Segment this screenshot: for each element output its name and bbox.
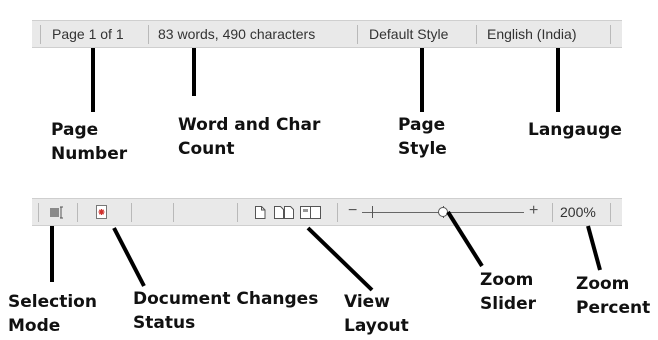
pointer-line <box>420 48 424 112</box>
zoom-percent-field[interactable]: 200% <box>560 204 596 220</box>
pointer-line <box>446 210 484 268</box>
label-language: Langauge <box>528 118 622 142</box>
word-count-field[interactable]: 83 words, 490 characters <box>158 26 315 42</box>
separator <box>173 203 174 222</box>
label-view-layout: View Layout <box>344 290 409 338</box>
label-line: Layout <box>344 316 409 336</box>
pointer-line <box>91 48 95 112</box>
label-page-number: Page Number <box>51 118 127 166</box>
label-line: Number <box>51 144 128 164</box>
separator <box>476 25 477 44</box>
label-line: View <box>344 292 390 312</box>
language-field[interactable]: English (India) <box>487 26 577 42</box>
label-line: Slider <box>480 294 536 314</box>
label-line: Style <box>398 139 447 159</box>
separator <box>552 203 553 222</box>
document-modified-icon[interactable] <box>96 205 108 220</box>
status-bar-bottom: − + 200% <box>32 198 622 226</box>
separator <box>357 25 358 44</box>
separator <box>237 203 238 222</box>
pointer-line <box>586 225 602 271</box>
pointer-line <box>192 48 196 96</box>
pointer-line <box>112 227 146 287</box>
label-line: Count <box>178 139 235 159</box>
label-line: Selection <box>8 292 97 312</box>
book-view-icon[interactable] <box>300 206 322 219</box>
page-number-field[interactable]: Page 1 of 1 <box>52 26 124 42</box>
label-word-count: Word and Char Count <box>178 113 320 161</box>
separator <box>77 203 78 222</box>
label-zoom-slider: Zoom Slider <box>480 268 536 316</box>
label-selection-mode: Selection Mode <box>8 290 97 338</box>
label-line: Mode <box>8 316 61 336</box>
label-line: Zoom <box>480 270 534 290</box>
label-line: Langauge <box>528 120 622 140</box>
zoom-slider-tick <box>372 206 373 218</box>
label-zoom-percent: Zoom Percent <box>576 272 650 320</box>
pointer-line <box>556 48 560 112</box>
separator <box>337 203 338 222</box>
pointer-line <box>50 226 54 282</box>
zoom-out-button[interactable]: − <box>348 202 357 220</box>
label-line: Page <box>51 120 99 140</box>
label-page-style: Page Style <box>398 113 447 161</box>
label-line: Word and Char <box>178 115 321 135</box>
pointer-line <box>306 226 374 292</box>
label-line: Zoom <box>576 274 630 294</box>
separator <box>148 25 149 44</box>
label-line: Status <box>133 313 196 333</box>
separator <box>610 203 611 222</box>
zoom-in-button[interactable]: + <box>529 202 538 220</box>
single-page-view-icon[interactable] <box>255 206 266 219</box>
separator <box>610 25 611 44</box>
separator <box>40 25 41 44</box>
separator <box>38 203 39 222</box>
separator <box>131 203 132 222</box>
page-style-field[interactable]: Default Style <box>369 26 448 42</box>
label-line: Document Changes <box>133 289 319 309</box>
selection-mode-icon[interactable] <box>49 206 65 219</box>
label-line: Page <box>398 115 446 135</box>
status-bar-top: Page 1 of 1 83 words, 490 characters Def… <box>32 20 622 48</box>
label-line: Percent <box>576 298 651 318</box>
multi-page-view-icon[interactable] <box>274 206 294 219</box>
label-document-changes: Document Changes Status <box>133 287 318 335</box>
